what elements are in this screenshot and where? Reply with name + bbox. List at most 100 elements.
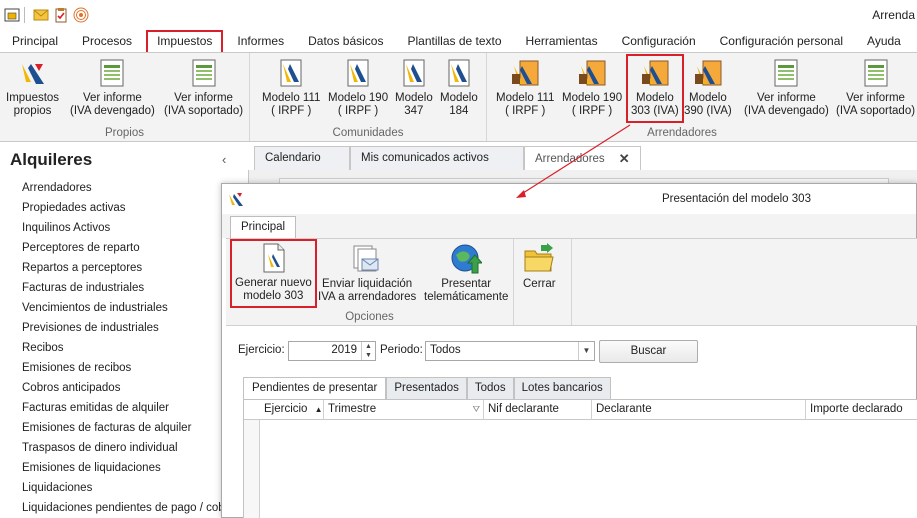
- sidebar-item-traspasos-de-dinero-individual[interactable]: Traspasos de dinero individual: [22, 438, 235, 458]
- documents-send-icon: [351, 243, 383, 275]
- close-tab-icon[interactable]: ✕: [619, 148, 630, 170]
- group-opciones: Generar nuevo modelo 303 Enviar liquidac…: [226, 239, 514, 325]
- tab-pendientes-de-presentar[interactable]: Pendientes de presentar: [243, 377, 387, 399]
- tax-folder-icon: [509, 57, 541, 89]
- collapse-chevron-icon[interactable]: ‹: [222, 152, 226, 167]
- ver-informe-iva-soportado-arrendadores-button[interactable]: Ver informe (IVA soportado): [836, 57, 915, 118]
- menu-configuracion[interactable]: Configuración: [610, 30, 708, 52]
- cerrar-button[interactable]: Cerrar: [523, 243, 556, 291]
- menu-impuestos[interactable]: Impuestos: [146, 30, 224, 52]
- aeat-logo-icon: [228, 191, 244, 207]
- tax-form-icon: [342, 57, 374, 89]
- sidebar-item-propiedades-activas[interactable]: Propiedades activas: [22, 198, 235, 218]
- group-cerrar: Cerrar: [514, 239, 572, 325]
- menu-herramientas[interactable]: Herramientas: [514, 30, 610, 52]
- modelo-347-button[interactable]: Modelo 347: [395, 57, 433, 118]
- sidebar-item-vencimientos-de-industriales[interactable]: Vencimientos de industriales: [22, 298, 235, 318]
- menu-informes[interactable]: Informes: [225, 30, 296, 52]
- sidebar-item-facturas-de-industriales[interactable]: Facturas de industriales: [22, 278, 235, 298]
- group-comunidades: Modelo 111 ( IRPF ) Modelo 190 ( IRPF ) …: [250, 53, 487, 141]
- menu-ayuda[interactable]: Ayuda: [855, 30, 913, 52]
- ver-informe-iva-devengado-button[interactable]: Ver informe (IVA devengado): [70, 57, 155, 118]
- sidebar-item-emisiones-de-recibos[interactable]: Emisiones de recibos: [22, 358, 235, 378]
- folder-exit-icon: [523, 243, 555, 275]
- tax-folder-icon: [576, 57, 608, 89]
- sidebar-item-perceptores-de-reparto[interactable]: Perceptores de reparto: [22, 238, 235, 258]
- sidebar: Alquileres ‹ Arrendadores Propiedades ac…: [0, 144, 244, 518]
- dialog-titlebar: Presentación del modelo 303: [222, 184, 916, 214]
- sidebar-item-emisiones-de-facturas-de-alquiler[interactable]: Emisiones de facturas de alquiler: [22, 418, 235, 438]
- group-label-arrendadores: Arrendadores: [647, 127, 717, 139]
- tab-presentados[interactable]: Presentados: [386, 377, 467, 399]
- column-ejercicio[interactable]: Ejercicio ▲: [260, 400, 324, 420]
- sidebar-item-previsiones-de-industriales[interactable]: Previsiones de industriales: [22, 318, 235, 338]
- tax-folder-icon: [692, 57, 724, 89]
- globe-upload-icon: [450, 243, 483, 275]
- tab-calendario[interactable]: Calendario: [254, 146, 350, 170]
- modelo-190-arrendadores-button[interactable]: Modelo 190 ( IRPF ): [562, 57, 622, 118]
- clipboard-check-icon[interactable]: [53, 7, 69, 23]
- sort-asc-icon: ▲: [314, 405, 323, 414]
- column-nif-declarante[interactable]: Nif declarante: [484, 400, 592, 420]
- periodo-select[interactable]: Todos ▼: [425, 341, 595, 361]
- impuestos-propios-button[interactable]: Impuestos propios: [6, 57, 59, 118]
- sidebar-item-inquilinos-activos[interactable]: Inquilinos Activos: [22, 218, 235, 238]
- ver-informe-iva-soportado-button[interactable]: Ver informe (IVA soportado): [164, 57, 243, 118]
- tab-todos[interactable]: Todos: [466, 377, 514, 399]
- tab-mis-comunicados-activos[interactable]: Mis comunicados activos: [350, 146, 524, 170]
- modelo-184-button[interactable]: Modelo 184: [440, 57, 478, 118]
- group-label-comunidades: Comunidades: [332, 127, 404, 139]
- menu-procesos[interactable]: Procesos: [70, 30, 144, 52]
- enviar-liquidacion-iva-button[interactable]: Enviar liquidación IVA a arrendadores: [318, 243, 416, 304]
- modelo-190-comunidades-button[interactable]: Modelo 190 ( IRPF ): [328, 57, 388, 118]
- modelo-303-iva-button[interactable]: Modelo 303 (IVA): [626, 54, 684, 123]
- menu-principal[interactable]: Principal: [0, 30, 70, 52]
- column-declarante[interactable]: Declarante: [592, 400, 806, 420]
- dialog-tab-row: Principal: [222, 214, 916, 238]
- tab-principal[interactable]: Principal: [230, 216, 297, 238]
- tax-form-icon: [443, 57, 475, 89]
- broadcast-icon[interactable]: [73, 7, 89, 23]
- sidebar-item-liquidaciones-pendientes[interactable]: Liquidaciones pendientes de pago / cobro: [22, 498, 235, 518]
- document-tabs: Calendario Mis comunicados activos Arren…: [244, 146, 641, 170]
- modelo-111-arrendadores-button[interactable]: Modelo 111 ( IRPF ): [496, 57, 554, 118]
- group-label-opciones: Opciones: [345, 311, 394, 323]
- spinner-arrows-icon[interactable]: ▲ ▼: [361, 342, 375, 360]
- column-trimestre-label: Trimestre: [328, 403, 377, 415]
- modelo-303-dialog: Presentación del modelo 303 Principal Ge…: [221, 183, 917, 518]
- ejercicio-spinner[interactable]: 2019 ▲ ▼: [288, 341, 376, 361]
- column-trimestre[interactable]: Trimestre ⛛: [324, 400, 484, 420]
- sidebar-item-cobros-anticipados[interactable]: Cobros anticipados: [22, 378, 235, 398]
- modelo-111-comunidades-button[interactable]: Modelo 111 ( IRPF ): [262, 57, 320, 118]
- sidebar-item-repartos-a-perceptores[interactable]: Repartos a perceptores: [22, 258, 235, 278]
- toolbar-separator: [24, 7, 25, 23]
- tab-lotes-bancarios[interactable]: Lotes bancarios: [513, 377, 611, 399]
- sidebar-title: Alquileres: [10, 150, 93, 169]
- new-document-icon: [257, 242, 289, 274]
- tab-arrendadores[interactable]: Arrendadores ✕: [524, 146, 641, 170]
- generar-nuevo-modelo-303-button[interactable]: Generar nuevo modelo 303: [230, 239, 317, 308]
- menu-configuracion-personal[interactable]: Configuración personal: [708, 30, 855, 52]
- app-icon[interactable]: [4, 7, 20, 23]
- sidebar-list: Arrendadores Propiedades activas Inquili…: [22, 178, 235, 518]
- sidebar-item-liquidaciones[interactable]: Liquidaciones: [22, 478, 235, 498]
- sidebar-item-facturas-emitidas-de-alquiler[interactable]: Facturas emitidas de alquiler: [22, 398, 235, 418]
- menu-datos-basicos[interactable]: Datos básicos: [296, 30, 395, 52]
- presentar-telematicamente-button[interactable]: Presentar telemáticamente: [424, 243, 508, 304]
- column-importe-declarado[interactable]: Importe declarado: [806, 400, 917, 420]
- report-sheet-icon: [96, 57, 128, 89]
- report-sheet-icon: [188, 57, 220, 89]
- mail-icon[interactable]: [33, 7, 49, 23]
- sidebar-item-emisiones-de-liquidaciones[interactable]: Emisiones de liquidaciones: [22, 458, 235, 478]
- sidebar-item-arrendadores[interactable]: Arrendadores: [22, 178, 235, 198]
- tax-folder-icon: [639, 57, 671, 89]
- sidebar-item-recibos[interactable]: Recibos: [22, 338, 235, 358]
- modelo-390-iva-button[interactable]: Modelo 390 (IVA): [684, 57, 732, 118]
- buscar-button[interactable]: Buscar: [599, 340, 698, 363]
- ver-informe-iva-devengado-arrendadores-button[interactable]: Ver informe (IVA devengado): [744, 57, 829, 118]
- filter-icon[interactable]: ⛛: [472, 400, 480, 419]
- chevron-down-icon[interactable]: ▼: [578, 342, 594, 360]
- menu-plantillas-de-texto[interactable]: Plantillas de texto: [395, 30, 513, 52]
- quick-access-toolbar: [0, 0, 917, 30]
- dialog-title: Presentación del modelo 303: [662, 193, 811, 205]
